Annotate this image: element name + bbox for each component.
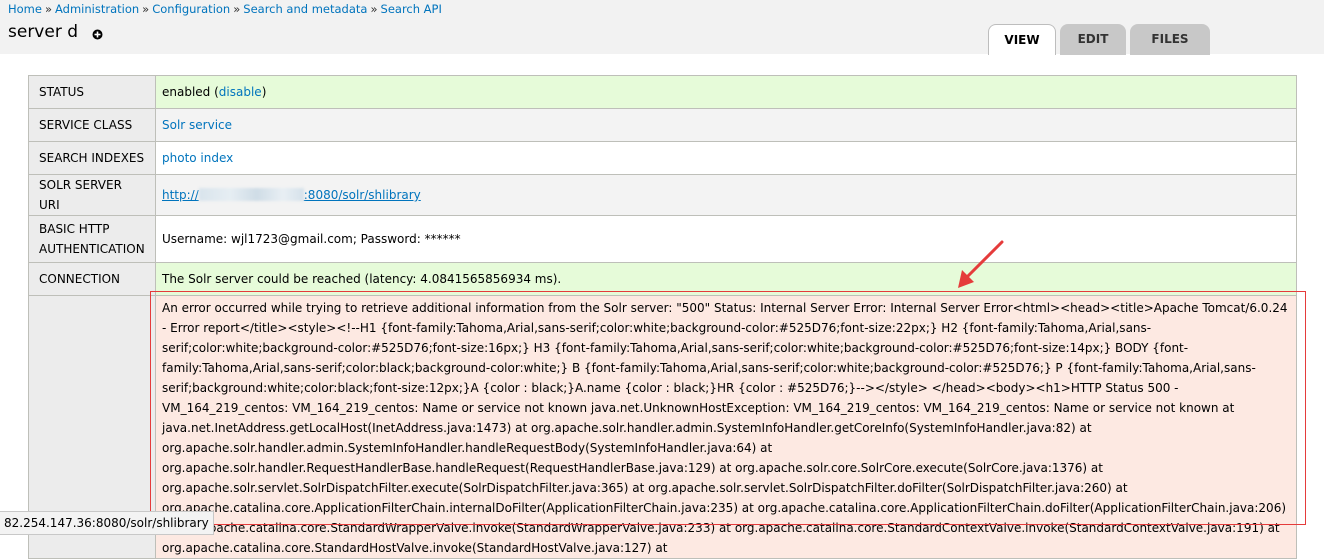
search-indexes-label: SEARCH INDEXES — [28, 141, 156, 175]
service-class-label: SERVICE CLASS — [28, 108, 156, 142]
table-row: STATUS enabled (disable) — [28, 75, 1297, 109]
breadcrumb-configuration[interactable]: Configuration — [152, 2, 230, 16]
breadcrumb-separator: » — [142, 2, 150, 16]
breadcrumb: Home» Administration» Configuration» Search… — [8, 2, 442, 16]
breadcrumb-home[interactable]: Home — [8, 2, 42, 16]
tab-view[interactable]: VIEW — [988, 24, 1056, 55]
uri-suffix: :8080/solr/shlibrary — [303, 188, 421, 202]
status-value: enabled (disable) — [155, 75, 1297, 109]
solr-server-uri-link[interactable]: http:// :8080/solr/shlibrary — [162, 188, 421, 202]
search-indexes-value: photo index — [155, 141, 1297, 175]
solr-server-uri-label: SOLR SERVER URI — [28, 174, 156, 216]
table-row: BASIC HTTP AUTHENTICATION Username: wjl17… — [28, 215, 1297, 263]
breadcrumb-separator: » — [370, 2, 378, 16]
service-class-value: Solr service — [155, 108, 1297, 142]
table-row: SEARCH INDEXES photo index — [28, 141, 1297, 175]
table-row: An error occurred while trying to retrie… — [28, 295, 1297, 559]
table-row: SERVICE CLASS Solr service — [28, 108, 1297, 142]
server-info-table: STATUS enabled (disable) SERVICE CLASS S… — [28, 75, 1297, 559]
status-bar-url: 82.254.147.36:8080/solr/shlibrary — [0, 511, 214, 535]
uri-prefix: http:// — [162, 188, 199, 202]
table-row: SOLR SERVER URI http:// :8080/solr/shlibr… — [28, 174, 1297, 216]
solr-server-uri-value: http:// :8080/solr/shlibrary — [155, 174, 1297, 216]
breadcrumb-administration[interactable]: Administration — [55, 2, 139, 16]
status-text: enabled — [162, 85, 211, 99]
breadcrumb-separator: » — [44, 2, 53, 16]
basic-http-auth-value: Username: wjl1723@gmail.com; Password: *… — [155, 215, 1297, 263]
tab-bar: VIEW EDIT FILES — [988, 24, 1310, 55]
basic-http-auth-label-line1: BASIC HTTP — [39, 222, 110, 236]
redacted-host — [198, 188, 304, 201]
tab-edit[interactable]: EDIT — [1060, 24, 1126, 55]
connection-value: The Solr server could be reached (latenc… — [155, 262, 1297, 296]
table-row: CONNECTION The Solr server could be reac… — [28, 262, 1297, 296]
tab-files[interactable]: FILES — [1130, 24, 1210, 55]
breadcrumb-separator: » — [233, 2, 241, 16]
add-shortcut-icon[interactable] — [92, 29, 103, 40]
service-class-link[interactable]: Solr service — [162, 118, 232, 132]
photo-index-link[interactable]: photo index — [162, 151, 233, 165]
status-label: STATUS — [28, 75, 156, 109]
breadcrumb-search-and-metadata[interactable]: Search and metadata — [243, 2, 367, 16]
connection-label: CONNECTION — [28, 262, 156, 296]
breadcrumb-search-api[interactable]: Search API — [381, 2, 442, 16]
error-message: An error occurred while trying to retrie… — [155, 295, 1297, 559]
basic-http-auth-label: BASIC HTTP AUTHENTICATION — [28, 215, 156, 263]
page-title: server d — [8, 22, 79, 42]
basic-http-auth-label-line2: AUTHENTICATION — [39, 242, 145, 256]
disable-link[interactable]: disable — [219, 85, 262, 99]
